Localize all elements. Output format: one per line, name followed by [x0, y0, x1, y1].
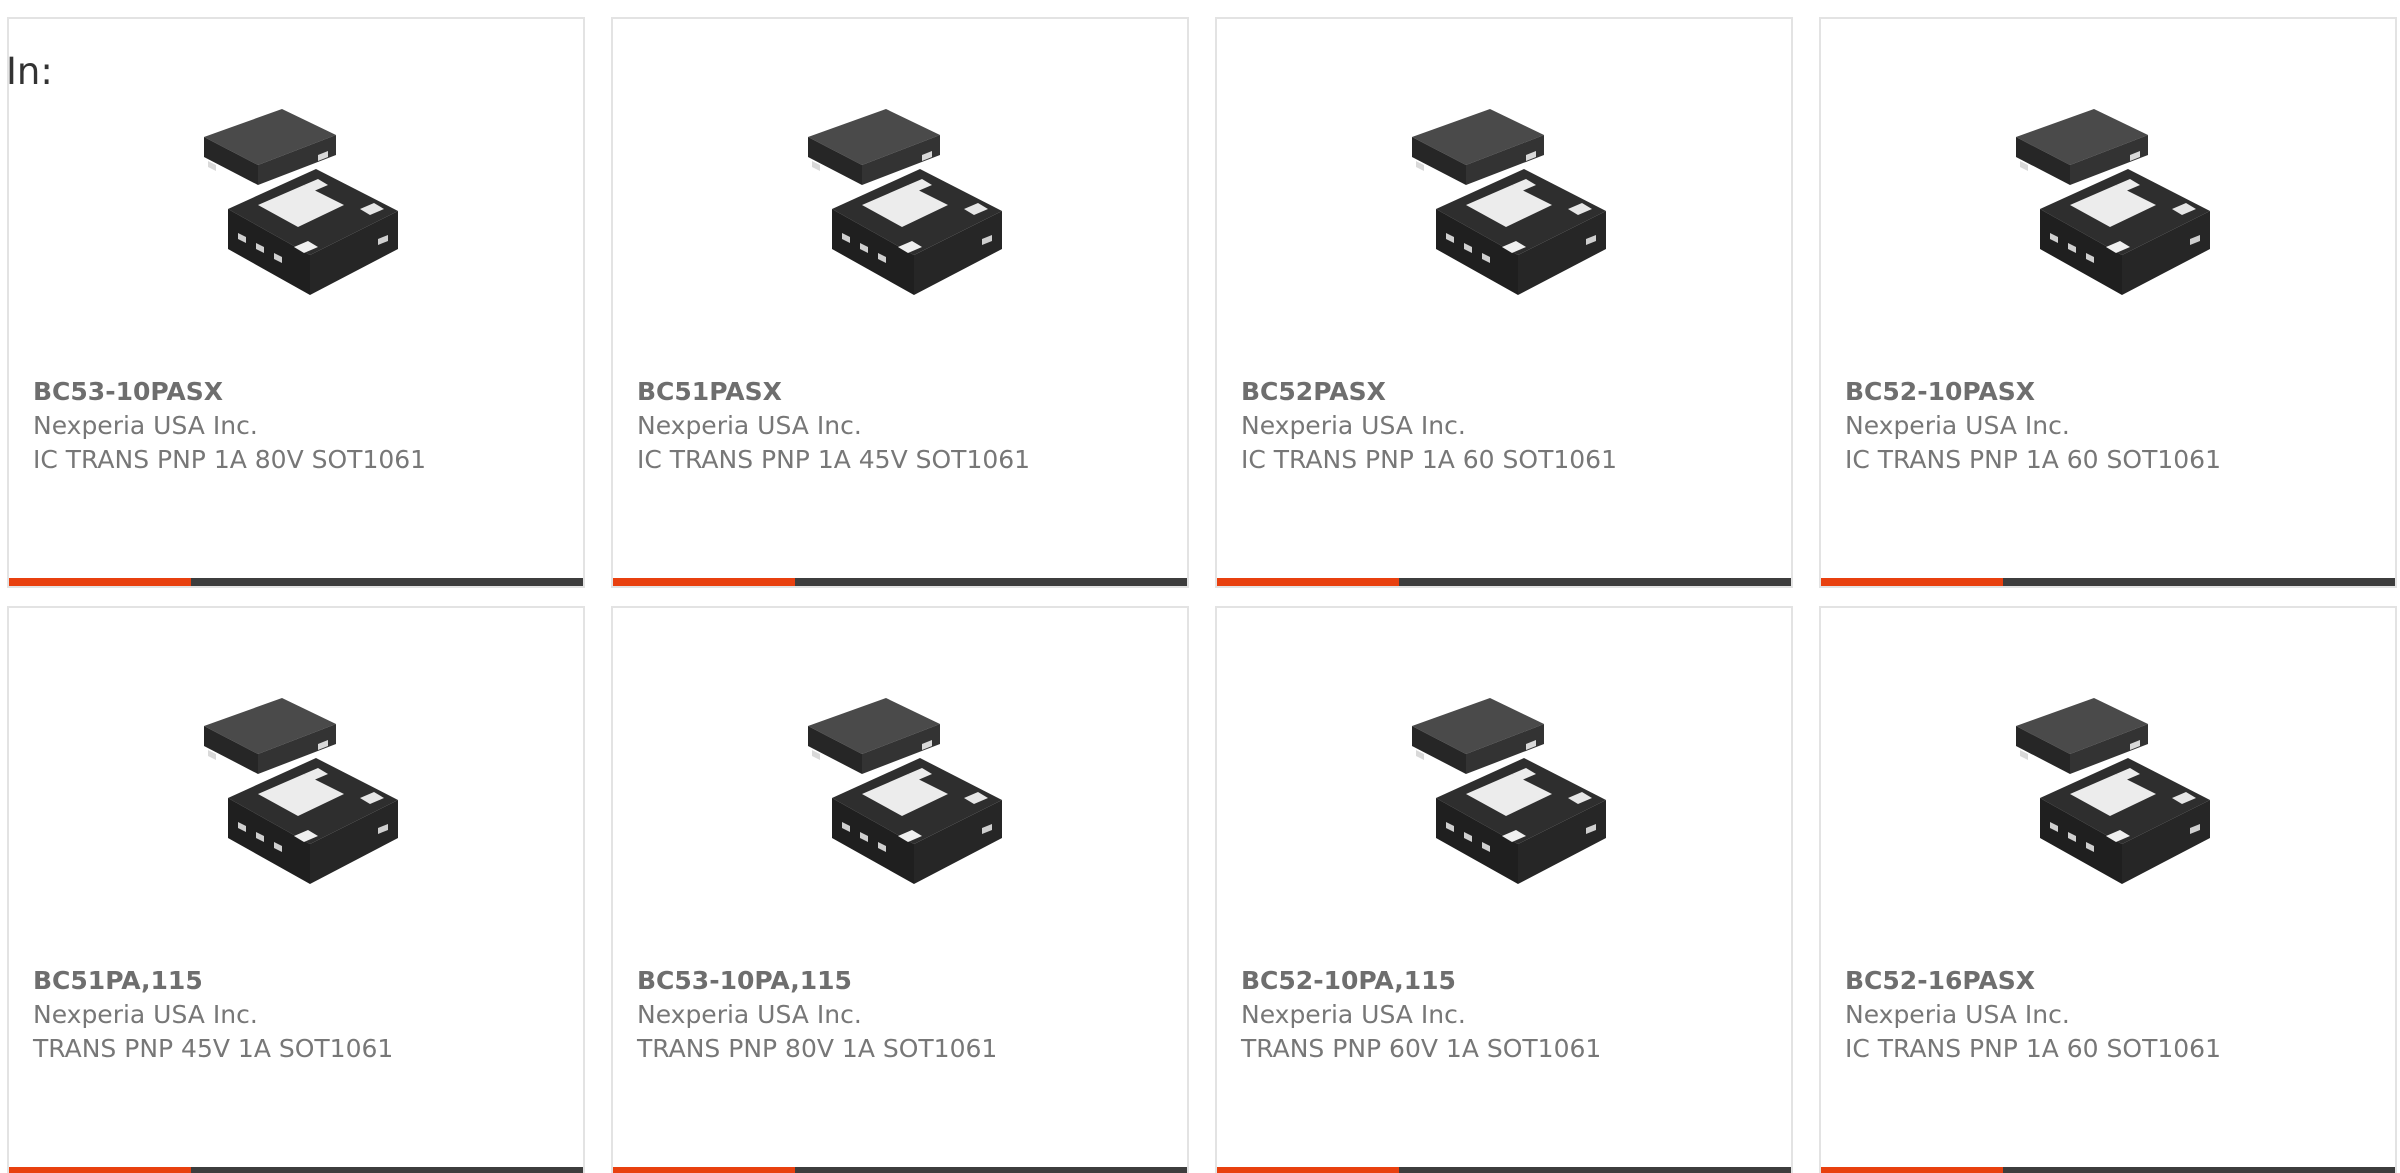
- manufacturer-name: Nexperia USA Inc.: [1845, 411, 2070, 440]
- sot1061-package-icon: [204, 109, 398, 295]
- card-accent-segment: [613, 578, 795, 586]
- part-number-link[interactable]: BC51PA,115: [33, 964, 563, 998]
- part-number-link[interactable]: BC53-10PASX: [33, 375, 563, 409]
- card-base-segment: [1399, 578, 1791, 586]
- card-base-segment: [795, 578, 1187, 586]
- part-number-link[interactable]: BC52-16PASX: [1845, 964, 2375, 998]
- product-info: BC51PA,115 Nexperia USA Inc. TRANS PNP 4…: [33, 964, 563, 1066]
- card-accent-bar: [9, 578, 583, 586]
- card-accent-bar: [613, 578, 1187, 586]
- filter-in-label: In:: [6, 50, 53, 93]
- card-base-segment: [2003, 578, 2395, 586]
- product-grid: BC53-10PASX Nexperia USA Inc. IC TRANS P…: [0, 0, 2400, 1173]
- card-accent-bar: [613, 1167, 1187, 1173]
- card-accent-segment: [9, 1167, 191, 1173]
- part-number-link[interactable]: BC52-10PASX: [1845, 375, 2375, 409]
- card-base-segment: [1399, 1167, 1791, 1173]
- product-card[interactable]: BC53-10PA,115 Nexperia USA Inc. TRANS PN…: [611, 606, 1189, 1173]
- manufacturer-name: Nexperia USA Inc.: [637, 411, 862, 440]
- product-description: TRANS PNP 80V 1A SOT1061: [637, 1034, 998, 1063]
- card-accent-segment: [1217, 578, 1399, 586]
- sot1061-package-icon: [2016, 698, 2210, 884]
- product-description: TRANS PNP 60V 1A SOT1061: [1241, 1034, 1602, 1063]
- card-accent-segment: [1821, 1167, 2003, 1173]
- manufacturer-name: Nexperia USA Inc.: [33, 1000, 258, 1029]
- product-card[interactable]: BC52-16PASX Nexperia USA Inc. IC TRANS P…: [1819, 606, 2397, 1173]
- product-results-page: In: BC53-10PASX Nexperia USA Inc. IC TRA…: [0, 0, 2400, 1173]
- product-description: TRANS PNP 45V 1A SOT1061: [33, 1034, 394, 1063]
- sot1061-package-icon: [1412, 698, 1606, 884]
- card-accent-segment: [1217, 1167, 1399, 1173]
- product-info: BC52-10PASX Nexperia USA Inc. IC TRANS P…: [1845, 375, 2375, 477]
- card-accent-bar: [1217, 578, 1791, 586]
- product-card[interactable]: BC52-10PASX Nexperia USA Inc. IC TRANS P…: [1819, 17, 2397, 588]
- card-accent-bar: [9, 1167, 583, 1173]
- product-info: BC52-10PA,115 Nexperia USA Inc. TRANS PN…: [1241, 964, 1771, 1066]
- sot1061-package-icon: [1412, 109, 1606, 295]
- card-base-segment: [2003, 1167, 2395, 1173]
- part-number-link[interactable]: BC52-10PA,115: [1241, 964, 1771, 998]
- product-description: IC TRANS PNP 1A 60 SOT1061: [1241, 445, 1617, 474]
- card-accent-segment: [9, 578, 191, 586]
- part-number-link[interactable]: BC52PASX: [1241, 375, 1771, 409]
- product-image[interactable]: [194, 688, 406, 900]
- sot1061-package-icon: [204, 698, 398, 884]
- manufacturer-name: Nexperia USA Inc.: [1241, 411, 1466, 440]
- product-card[interactable]: BC51PASX Nexperia USA Inc. IC TRANS PNP …: [611, 17, 1189, 588]
- product-card[interactable]: BC52-10PA,115 Nexperia USA Inc. TRANS PN…: [1215, 606, 1793, 1173]
- part-number-link[interactable]: BC53-10PA,115: [637, 964, 1167, 998]
- sot1061-package-icon: [808, 698, 1002, 884]
- product-image[interactable]: [798, 99, 1010, 311]
- part-number-link[interactable]: BC51PASX: [637, 375, 1167, 409]
- card-accent-bar: [1821, 578, 2395, 586]
- product-info: BC52PASX Nexperia USA Inc. IC TRANS PNP …: [1241, 375, 1771, 477]
- product-image[interactable]: [1402, 688, 1614, 900]
- product-card[interactable]: BC52PASX Nexperia USA Inc. IC TRANS PNP …: [1215, 17, 1793, 588]
- card-accent-segment: [613, 1167, 795, 1173]
- product-info: BC52-16PASX Nexperia USA Inc. IC TRANS P…: [1845, 964, 2375, 1066]
- product-info: BC53-10PA,115 Nexperia USA Inc. TRANS PN…: [637, 964, 1167, 1066]
- card-base-segment: [795, 1167, 1187, 1173]
- product-image[interactable]: [2006, 688, 2218, 900]
- manufacturer-name: Nexperia USA Inc.: [1845, 1000, 2070, 1029]
- product-description: IC TRANS PNP 1A 80V SOT1061: [33, 445, 427, 474]
- product-description: IC TRANS PNP 1A 60 SOT1061: [1845, 445, 2221, 474]
- card-accent-bar: [1821, 1167, 2395, 1173]
- manufacturer-name: Nexperia USA Inc.: [33, 411, 258, 440]
- product-image[interactable]: [798, 688, 1010, 900]
- card-base-segment: [191, 1167, 583, 1173]
- product-image[interactable]: [2006, 99, 2218, 311]
- manufacturer-name: Nexperia USA Inc.: [637, 1000, 862, 1029]
- product-info: BC53-10PASX Nexperia USA Inc. IC TRANS P…: [33, 375, 563, 477]
- card-accent-segment: [1821, 578, 2003, 586]
- card-base-segment: [191, 578, 583, 586]
- manufacturer-name: Nexperia USA Inc.: [1241, 1000, 1466, 1029]
- product-info: BC51PASX Nexperia USA Inc. IC TRANS PNP …: [637, 375, 1167, 477]
- sot1061-package-icon: [808, 109, 1002, 295]
- sot1061-package-icon: [2016, 109, 2210, 295]
- product-image[interactable]: [194, 99, 406, 311]
- product-description: IC TRANS PNP 1A 45V SOT1061: [637, 445, 1031, 474]
- product-card[interactable]: BC53-10PASX Nexperia USA Inc. IC TRANS P…: [7, 17, 585, 588]
- card-accent-bar: [1217, 1167, 1791, 1173]
- product-image[interactable]: [1402, 99, 1614, 311]
- product-card[interactable]: BC51PA,115 Nexperia USA Inc. TRANS PNP 4…: [7, 606, 585, 1173]
- product-description: IC TRANS PNP 1A 60 SOT1061: [1845, 1034, 2221, 1063]
